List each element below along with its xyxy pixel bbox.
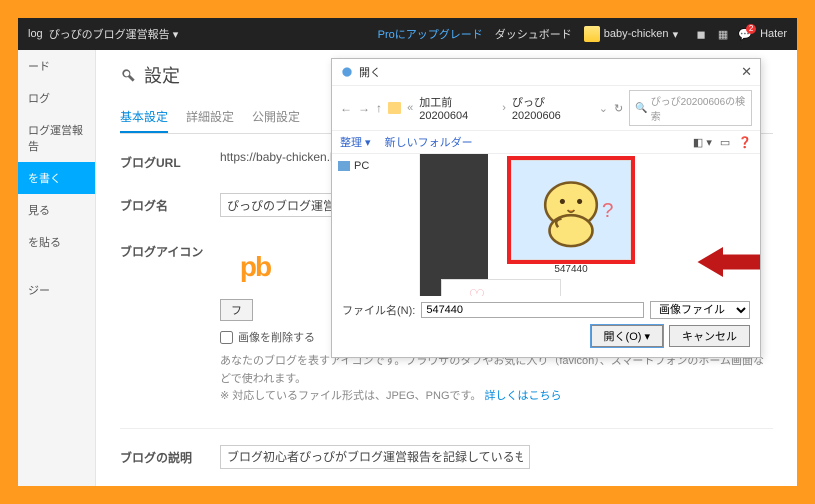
view-mode-icon[interactable]: ◧ ▾ [693, 136, 712, 149]
dialog-close-icon[interactable]: ✕ [741, 64, 752, 80]
sidebar-item[interactable]: ログ [18, 82, 95, 114]
label-blog-icon: ブログアイコン [120, 239, 220, 260]
open-button[interactable]: 開く(O) ▾ [591, 325, 663, 347]
organize-menu[interactable]: 整理 ▾ [340, 134, 371, 150]
dialog-file-grid: ? 547440 ♡ [420, 154, 760, 296]
chick-happy-icon: ♡ [458, 286, 544, 296]
help-icon[interactable]: ❓ [738, 136, 752, 149]
tab-basic[interactable]: 基本設定 [120, 102, 168, 133]
breadcrumb[interactable]: 加工前20200604 [419, 94, 496, 122]
grid-icon[interactable]: ▦ [712, 28, 734, 41]
dashboard-link[interactable]: ダッシュボード [495, 26, 572, 42]
pc-icon [338, 161, 350, 171]
dialog-title: 開く [359, 64, 381, 80]
dialog-tree[interactable]: PC [332, 154, 420, 296]
folder-icon [388, 102, 401, 114]
file-item[interactable]: ♡ [426, 279, 576, 296]
file-item-selected[interactable]: ? 547440 [496, 160, 646, 275]
details-link[interactable]: 詳しくはこちら [484, 390, 561, 402]
file-open-dialog: 開く ✕ ← → ↑ « 加工前20200604 › ぴっぴ20200606 ⌄… [331, 58, 761, 358]
preview-pane-icon[interactable]: ▭ [720, 136, 730, 149]
sidebar-item-write[interactable]: を書く [18, 162, 95, 194]
sidebar-item[interactable] [18, 258, 95, 274]
filename-label: ファイル名(N): [342, 302, 415, 318]
blog-icon-preview: pb [220, 239, 290, 295]
bookmark-icon[interactable]: ◼ [690, 28, 712, 41]
wrench-icon [120, 67, 136, 83]
tab-publish[interactable]: 公開設定 [252, 102, 300, 133]
notification-icon[interactable]: 💬2 [734, 28, 756, 41]
cancel-button[interactable]: キャンセル [669, 325, 750, 347]
sidebar-item[interactable]: 見る [18, 194, 95, 226]
refresh-icon[interactable]: ↻ [614, 102, 623, 115]
svg-text:?: ? [602, 199, 613, 222]
sidebar-item[interactable]: を貼る [18, 226, 95, 258]
icon-note: あなたのブログを表すアイコンです。ブラウザのタブやお気に入り（favicon）、… [220, 353, 773, 406]
delete-image-checkbox[interactable] [220, 331, 233, 344]
file-name: 547440 [496, 264, 646, 275]
tab-advanced[interactable]: 詳細設定 [186, 102, 234, 133]
breadcrumb[interactable]: ぴっぴ20200606 [512, 94, 589, 122]
delete-image-label: 画像を削除する [238, 329, 315, 345]
chick-thinking-icon: ? [528, 167, 614, 253]
dialog-search[interactable]: 🔍 ぴっぴ20200606の検索 [629, 90, 752, 126]
filename-input[interactable] [421, 302, 644, 318]
dialog-app-icon [340, 65, 354, 79]
red-arrow-annotation [697, 244, 760, 280]
choose-file-button[interactable]: フ [220, 299, 253, 321]
user-menu[interactable]: baby-chicken ▾ [584, 26, 678, 42]
sidebar-item[interactable]: ログ運営報告 [18, 114, 95, 162]
new-folder-button[interactable]: 新しいフォルダー [385, 134, 473, 150]
sidebar-item[interactable]: ード [18, 50, 95, 82]
dark-preview-panel [420, 154, 488, 296]
blog-title-menu[interactable]: ぴっぴのブログ運営報告 ▾ [49, 26, 179, 42]
label-blog-name: ブログ名 [120, 193, 220, 214]
nav-up-icon[interactable]: ↑ [376, 101, 382, 115]
label-blog-url: ブログURL [120, 150, 220, 171]
upgrade-link[interactable]: Proにアップグレード [378, 26, 483, 42]
search-icon: 🔍 [635, 103, 647, 114]
nav-fwd-icon[interactable]: → [358, 101, 370, 115]
sidebar: ード ログ ログ運営報告 を書く 見る を貼る ジー [18, 50, 96, 486]
filetype-filter[interactable]: 画像ファイル [650, 301, 750, 319]
top-bar: log ぴっぴのブログ運営報告 ▾ Proにアップグレード ダッシュボード ba… [18, 18, 797, 50]
label-blog-desc: ブログの説明 [120, 445, 220, 466]
nav-back-icon[interactable]: ← [340, 101, 352, 115]
hatena-fragment: Hater [760, 28, 787, 40]
sidebar-item[interactable]: ジー [18, 274, 95, 306]
avatar-icon [584, 26, 600, 42]
input-blog-desc[interactable] [220, 445, 530, 469]
svg-text:♡: ♡ [468, 287, 485, 296]
service-logo-fragment: log [28, 28, 43, 40]
